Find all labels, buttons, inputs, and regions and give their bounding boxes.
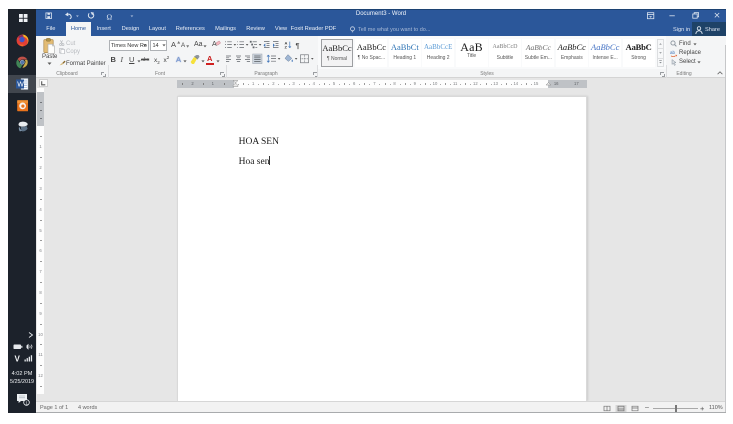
- svg-text:W: W: [17, 82, 24, 89]
- svg-text:¶: ¶: [296, 41, 300, 50]
- svg-text:ab: ab: [670, 50, 676, 55]
- svg-text:V: V: [15, 355, 21, 364]
- svg-text:1: 1: [25, 400, 28, 405]
- svg-text:Ω: Ω: [107, 12, 113, 21]
